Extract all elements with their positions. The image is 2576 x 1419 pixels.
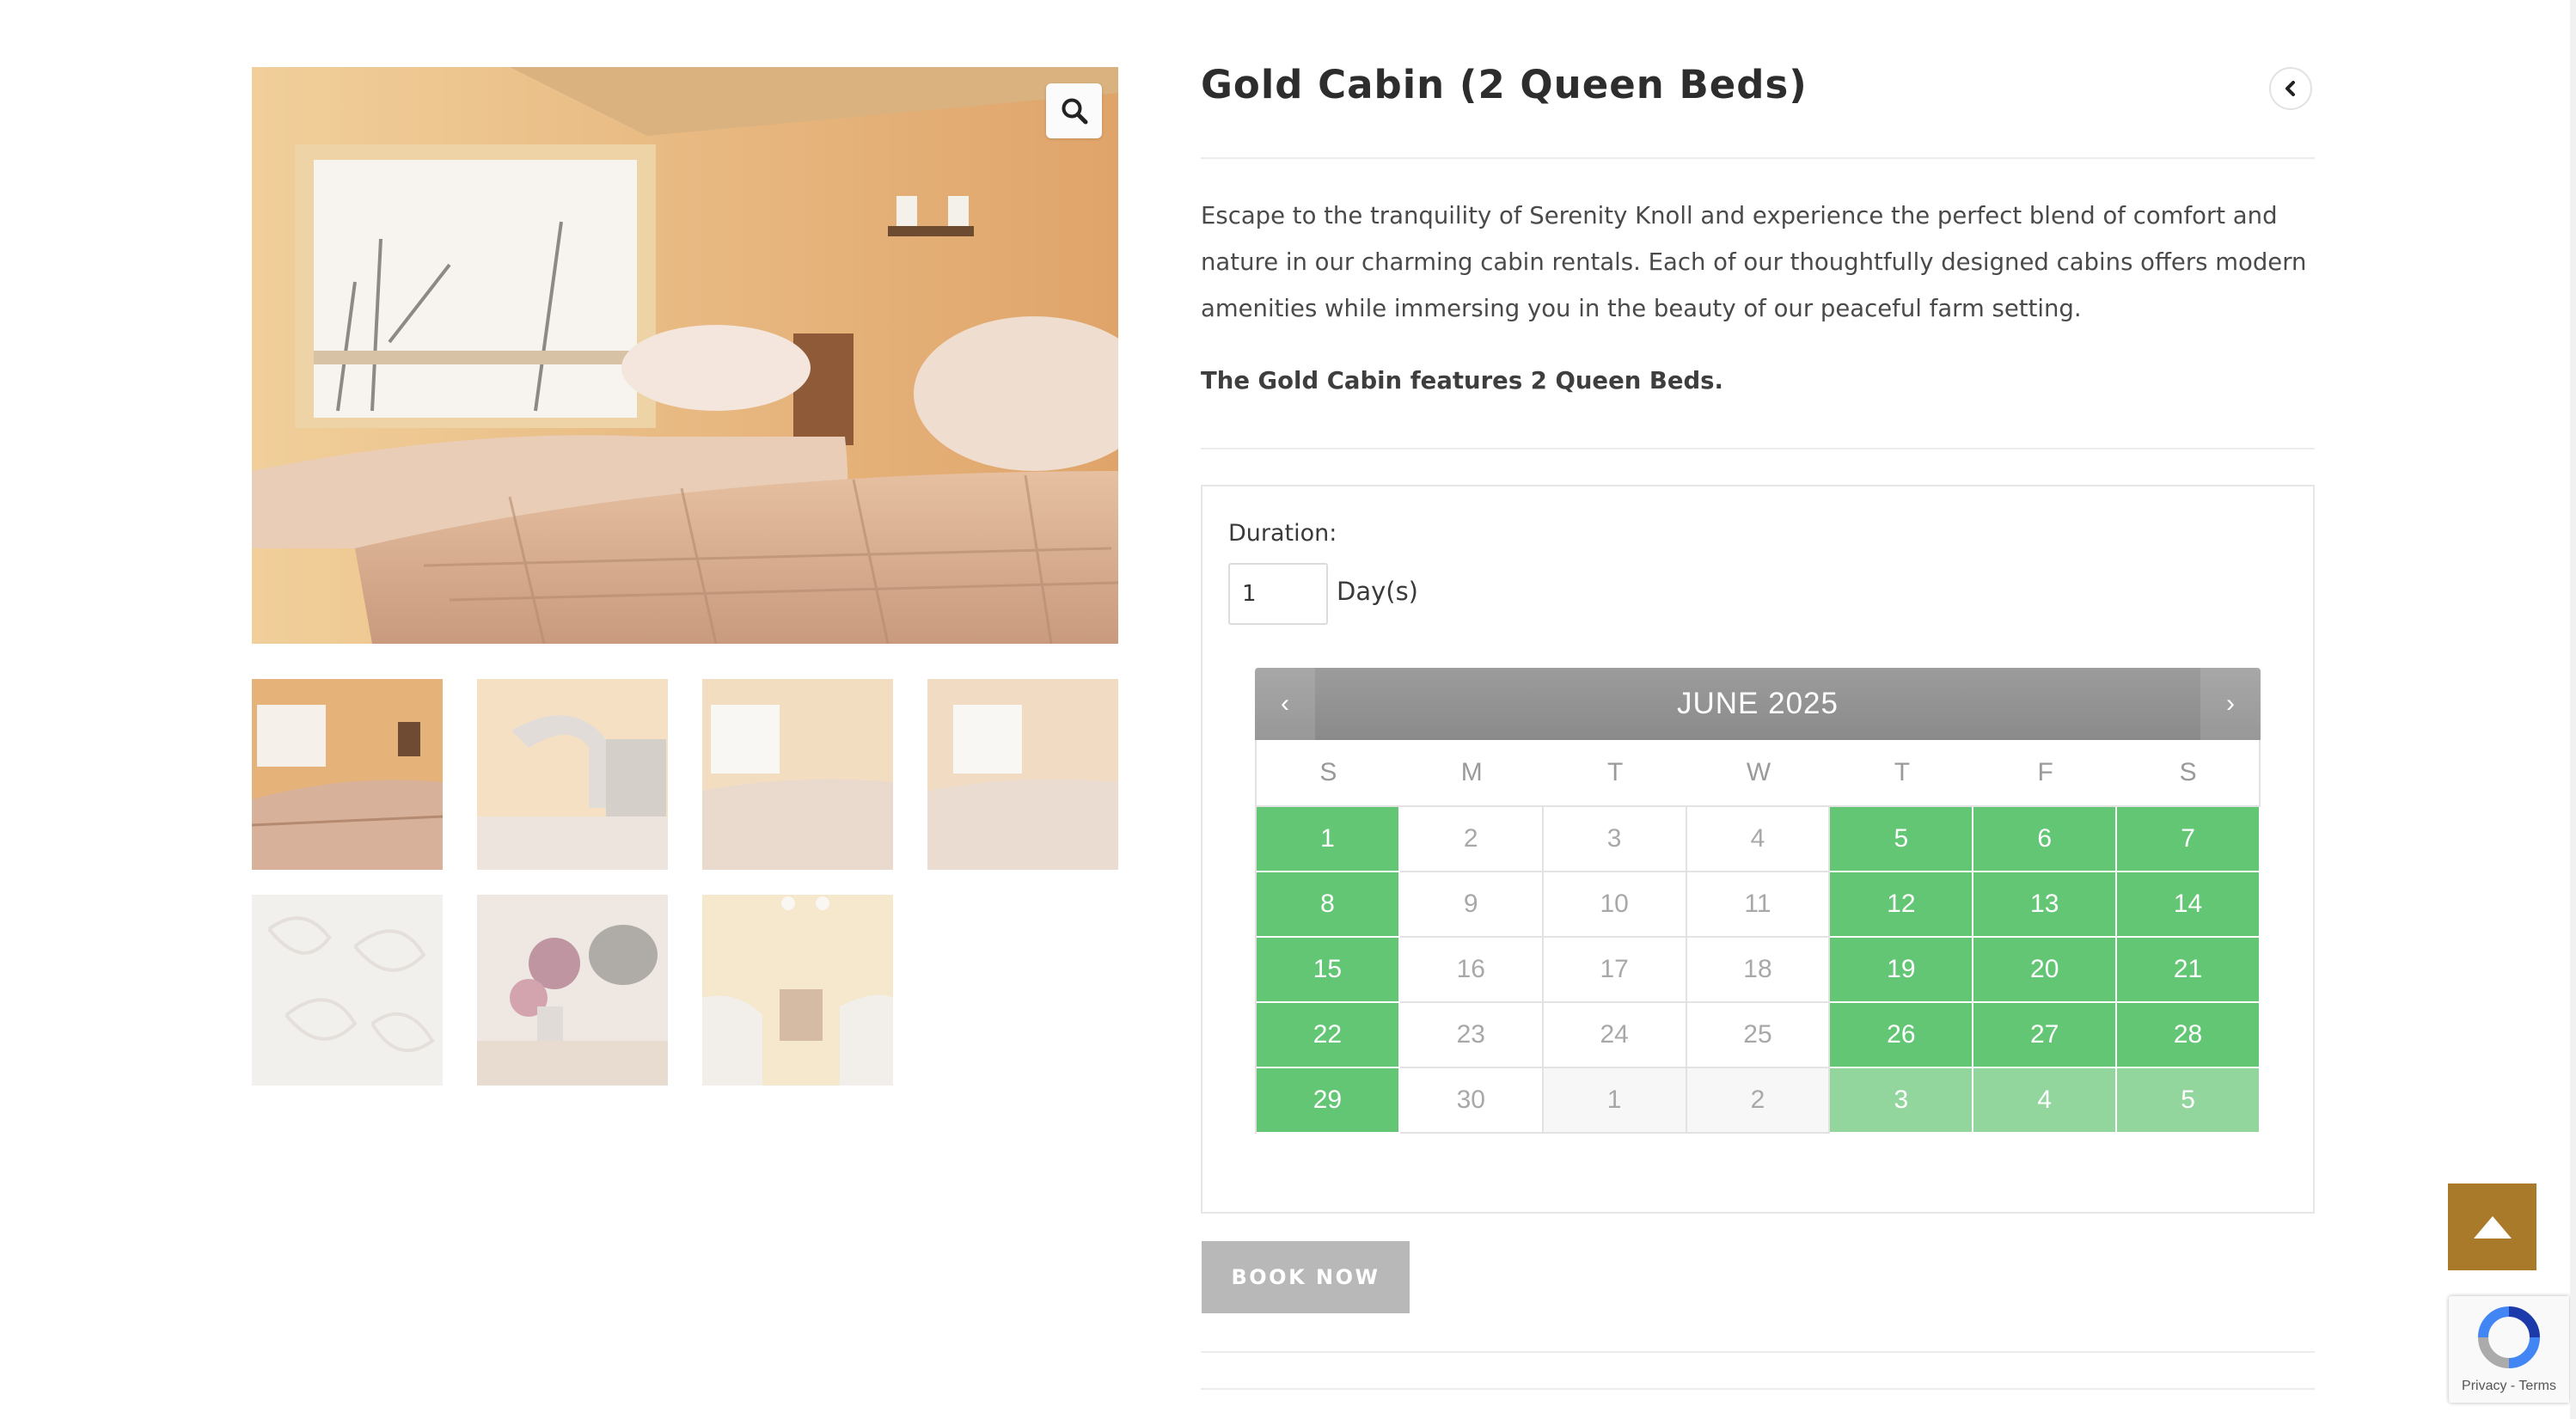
calendar-day-unavailable: 30 xyxy=(1399,1068,1544,1134)
calendar-day-unavailable: 9 xyxy=(1399,872,1544,938)
calendar-day-available[interactable]: 19 xyxy=(1830,938,1974,1003)
divider xyxy=(1201,157,2315,159)
scrollbar-track[interactable] xyxy=(2570,0,2576,1419)
calendar-day-available[interactable]: 3 xyxy=(1830,1068,1974,1134)
calendar-next-button[interactable]: › xyxy=(2200,668,2261,740)
calendar-grid: S M T W T F S 1 2 3 4 5 6 7 8 9 10 11 12 13 14 15 16 17 18 19 20 21… xyxy=(1255,740,2261,1134)
calendar-day-available[interactable]: 14 xyxy=(2117,872,2261,938)
previous-product-button[interactable] xyxy=(2269,67,2312,110)
calendar-month-title: JUNE 2025 xyxy=(1677,687,1839,720)
product-title: Gold Cabin (2 Queen Beds) xyxy=(1201,62,1808,107)
calendar-day-unavailable: 3 xyxy=(1543,807,1687,872)
zoom-button[interactable] xyxy=(1046,83,1102,138)
calendar-header: ‹ JUNE 2025 › xyxy=(1255,668,2261,740)
product-description: Escape to the tranquility of Serenity Kn… xyxy=(1201,193,2315,332)
calendar-day-available[interactable]: 1 xyxy=(1257,807,1400,872)
calendar-day-available[interactable]: 5 xyxy=(1830,807,1974,872)
caret-up-icon xyxy=(2473,1215,2512,1239)
calendar-day-available[interactable]: 22 xyxy=(1257,1003,1400,1068)
divider xyxy=(1201,1388,2315,1390)
gallery-thumbnail[interactable] xyxy=(477,895,668,1086)
duration-label: Duration: xyxy=(1228,520,1337,547)
gallery-thumbnail[interactable] xyxy=(927,679,1118,870)
description-text: Escape to the tranquility of Serenity Kn… xyxy=(1201,202,2307,322)
divider xyxy=(1201,448,2315,450)
gallery-thumbnail[interactable] xyxy=(702,895,893,1086)
calendar-day-available[interactable]: 7 xyxy=(2117,807,2261,872)
calendar-day-available[interactable]: 8 xyxy=(1257,872,1400,938)
calendar-day-available[interactable]: 5 xyxy=(2117,1068,2261,1134)
calendar-day-available[interactable]: 26 xyxy=(1830,1003,1974,1068)
calendar-day-unavailable: 2 xyxy=(1686,1068,1831,1134)
calendar-weekday: S xyxy=(1257,740,1400,807)
calendar-day-available[interactable]: 4 xyxy=(1973,1068,2118,1134)
calendar-day-unavailable: 10 xyxy=(1543,872,1687,938)
calendar-day-available[interactable]: 12 xyxy=(1830,872,1974,938)
back-to-top-button[interactable] xyxy=(2448,1184,2536,1270)
calendar-day-available[interactable]: 15 xyxy=(1257,938,1400,1003)
product-features: The Gold Cabin features 2 Queen Beds. xyxy=(1201,367,1723,395)
calendar-day-available[interactable]: 28 xyxy=(2117,1003,2261,1068)
main-product-image[interactable] xyxy=(252,67,1118,644)
duration-unit: Day(s) xyxy=(1337,577,1419,606)
calendar-day-available[interactable]: 29 xyxy=(1257,1068,1400,1134)
calendar-weekday: F xyxy=(1973,740,2118,807)
calendar-day-available[interactable]: 27 xyxy=(1973,1003,2118,1068)
calendar-day-available[interactable]: 20 xyxy=(1973,938,2118,1003)
gallery-thumbnail[interactable] xyxy=(702,679,893,870)
calendar-day-unavailable: 1 xyxy=(1543,1068,1687,1134)
calendar-day-available[interactable]: 6 xyxy=(1973,807,2118,872)
calendar-day-available[interactable]: 13 xyxy=(1973,872,2118,938)
gallery-thumbnail[interactable] xyxy=(252,679,443,870)
calendar-weekday: W xyxy=(1686,740,1831,807)
book-now-button[interactable]: BOOK NOW xyxy=(1202,1241,1410,1313)
calendar-day-unavailable: 18 xyxy=(1686,938,1831,1003)
chevron-left-icon xyxy=(2285,81,2295,96)
availability-calendar: ‹ JUNE 2025 › S M T W T F S 1 2 3 4 5 6 7 8 9 10 11 12 13 14… xyxy=(1255,668,2261,1134)
duration-input[interactable] xyxy=(1228,563,1328,625)
magnifier-icon xyxy=(1062,98,1087,125)
calendar-day-unavailable: 23 xyxy=(1399,1003,1544,1068)
recaptcha-links[interactable]: Privacy - Terms xyxy=(2449,1379,2569,1394)
calendar-day-unavailable: 17 xyxy=(1543,938,1687,1003)
calendar-day-available[interactable]: 21 xyxy=(2117,938,2261,1003)
calendar-day-unavailable: 4 xyxy=(1686,807,1831,872)
calendar-weekday: T xyxy=(1830,740,1974,807)
divider xyxy=(1201,1351,2315,1353)
calendar-day-unavailable: 16 xyxy=(1399,938,1544,1003)
recaptcha-badge[interactable]: Privacy - Terms xyxy=(2449,1296,2569,1403)
calendar-weekday: S xyxy=(2117,740,2261,807)
calendar-day-unavailable: 2 xyxy=(1399,807,1544,872)
calendar-prev-button[interactable]: ‹ xyxy=(1255,668,1315,740)
gallery-thumbnail[interactable] xyxy=(252,895,443,1086)
recaptcha-logo-icon xyxy=(2478,1306,2540,1368)
calendar-weekday: T xyxy=(1543,740,1687,807)
calendar-day-unavailable: 11 xyxy=(1686,872,1831,938)
calendar-weekday: M xyxy=(1399,740,1544,807)
gallery-thumbnail[interactable] xyxy=(477,679,668,870)
calendar-day-unavailable: 25 xyxy=(1686,1003,1831,1068)
calendar-day-unavailable: 24 xyxy=(1543,1003,1687,1068)
